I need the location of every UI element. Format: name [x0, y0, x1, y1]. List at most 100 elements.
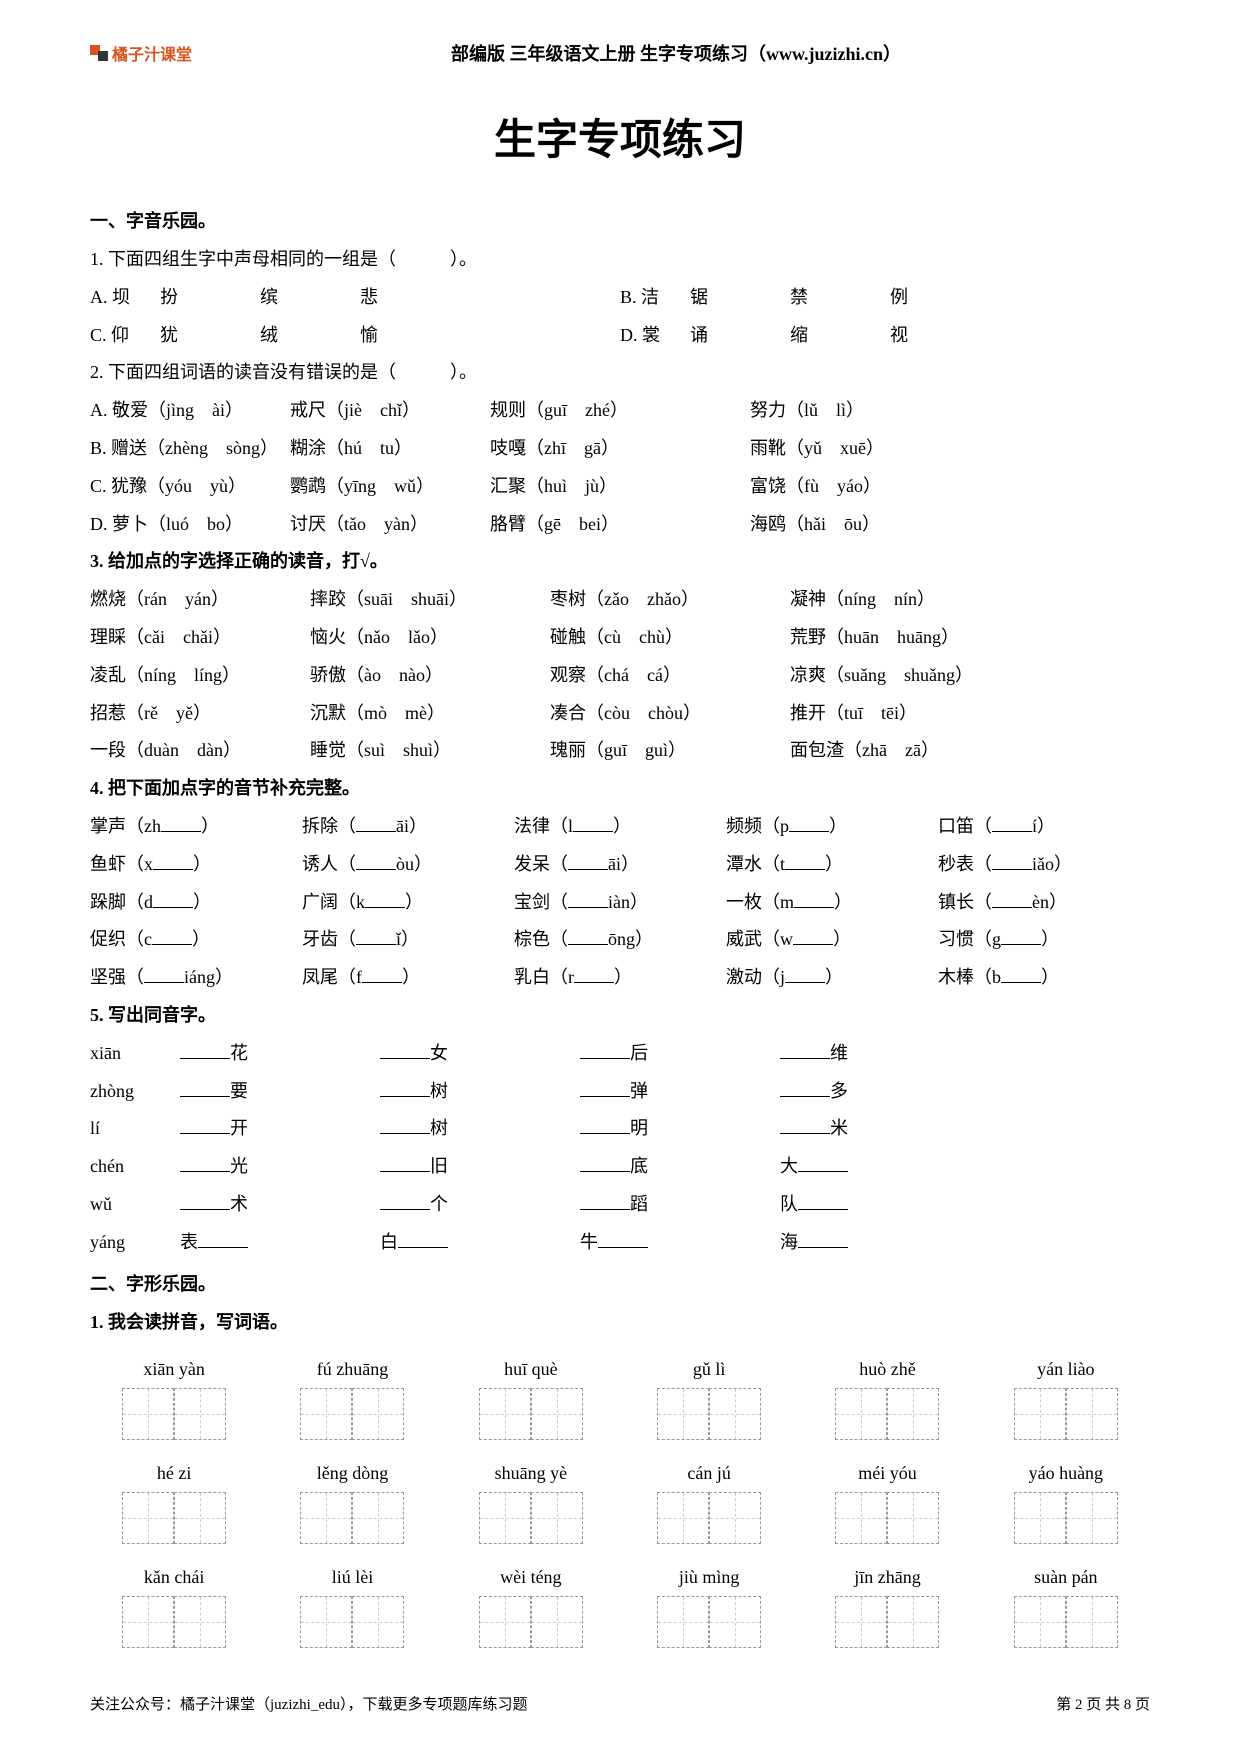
tianzi-boxes[interactable]	[479, 1596, 583, 1648]
tianzi-cell[interactable]	[1066, 1388, 1118, 1440]
q4-cell[interactable]: 一枚（m）	[726, 884, 938, 922]
q5-cell[interactable]: 米	[780, 1110, 980, 1148]
q5-cell[interactable]: 花	[180, 1035, 380, 1073]
fill-blank[interactable]	[780, 1116, 830, 1134]
fill-blank[interactable]	[153, 852, 193, 870]
q5-cell[interactable]: 要	[180, 1073, 380, 1111]
q5-cell[interactable]: 底	[580, 1148, 780, 1186]
q4-cell[interactable]: 广阔（k）	[302, 884, 514, 922]
tianzi-boxes[interactable]	[835, 1388, 939, 1440]
q5-cell[interactable]: 术	[180, 1186, 380, 1224]
fill-blank[interactable]	[574, 965, 614, 983]
tianzi-boxes[interactable]	[835, 1596, 939, 1648]
tianzi-cell[interactable]	[1066, 1596, 1118, 1648]
tianzi-cell[interactable]	[657, 1596, 709, 1648]
q4-cell[interactable]: 秒表（iǎo）	[938, 846, 1150, 884]
tianzi-cell[interactable]	[657, 1492, 709, 1544]
fill-blank[interactable]	[365, 890, 405, 908]
fill-blank[interactable]	[161, 814, 201, 832]
q4-cell[interactable]: 激动（j）	[726, 959, 938, 997]
tianzi-cell[interactable]	[887, 1596, 939, 1648]
q5-cell[interactable]: 维	[780, 1035, 980, 1073]
fill-blank[interactable]	[153, 890, 193, 908]
tianzi-cell[interactable]	[174, 1596, 226, 1648]
fill-blank[interactable]	[356, 814, 396, 832]
fill-blank[interactable]	[380, 1079, 430, 1097]
tianzi-cell[interactable]	[174, 1492, 226, 1544]
tianzi-cell[interactable]	[479, 1596, 531, 1648]
q5-cell[interactable]: 旧	[380, 1148, 580, 1186]
fill-blank[interactable]	[580, 1041, 630, 1059]
tianzi-cell[interactable]	[300, 1388, 352, 1440]
q4-cell[interactable]: 牙齿（ǐ）	[302, 921, 514, 959]
q5-cell[interactable]: 队	[780, 1186, 980, 1224]
tianzi-boxes[interactable]	[479, 1388, 583, 1440]
fill-blank[interactable]	[380, 1116, 430, 1134]
q4-cell[interactable]: 法律（l）	[514, 808, 726, 846]
tianzi-boxes[interactable]	[300, 1596, 404, 1648]
tianzi-boxes[interactable]	[1014, 1388, 1118, 1440]
q4-cell[interactable]: 口笛（í）	[938, 808, 1150, 846]
fill-blank[interactable]	[380, 1192, 430, 1210]
tianzi-cell[interactable]	[122, 1492, 174, 1544]
q5-cell[interactable]: 蹈	[580, 1186, 780, 1224]
fill-blank[interactable]	[580, 1079, 630, 1097]
fill-blank[interactable]	[152, 927, 192, 945]
tianzi-cell[interactable]	[1066, 1492, 1118, 1544]
fill-blank[interactable]	[180, 1041, 230, 1059]
fill-blank[interactable]	[362, 965, 402, 983]
tianzi-cell[interactable]	[300, 1596, 352, 1648]
fill-blank[interactable]	[180, 1079, 230, 1097]
fill-blank[interactable]	[785, 965, 825, 983]
fill-blank[interactable]	[598, 1230, 648, 1248]
tianzi-cell[interactable]	[352, 1492, 404, 1544]
tianzi-cell[interactable]	[709, 1596, 761, 1648]
tianzi-cell[interactable]	[1014, 1596, 1066, 1648]
q4-cell[interactable]: 鱼虾（x）	[90, 846, 302, 884]
fill-blank[interactable]	[144, 965, 184, 983]
q4-cell[interactable]: 拆除（āi）	[302, 808, 514, 846]
q5-cell[interactable]: 表	[180, 1224, 380, 1262]
fill-blank[interactable]	[580, 1192, 630, 1210]
fill-blank[interactable]	[798, 1192, 848, 1210]
q4-cell[interactable]: 跺脚（d）	[90, 884, 302, 922]
fill-blank[interactable]	[992, 852, 1032, 870]
q4-cell[interactable]: 潭水（t）	[726, 846, 938, 884]
tianzi-boxes[interactable]	[1014, 1596, 1118, 1648]
tianzi-boxes[interactable]	[479, 1492, 583, 1544]
q5-cell[interactable]: 树	[380, 1110, 580, 1148]
q5-cell[interactable]: 大	[780, 1148, 980, 1186]
q4-cell[interactable]: 威武（w）	[726, 921, 938, 959]
tianzi-cell[interactable]	[1014, 1388, 1066, 1440]
fill-blank[interactable]	[180, 1116, 230, 1134]
tianzi-cell[interactable]	[479, 1388, 531, 1440]
fill-blank[interactable]	[794, 890, 834, 908]
tianzi-cell[interactable]	[709, 1492, 761, 1544]
fill-blank[interactable]	[180, 1154, 230, 1172]
tianzi-cell[interactable]	[835, 1388, 887, 1440]
q5-cell[interactable]: 白	[380, 1224, 580, 1262]
fill-blank[interactable]	[1001, 927, 1041, 945]
tianzi-cell[interactable]	[531, 1388, 583, 1440]
tianzi-cell[interactable]	[835, 1492, 887, 1544]
q4-cell[interactable]: 木棒（b）	[938, 959, 1150, 997]
q4-cell[interactable]: 乳白（r）	[514, 959, 726, 997]
tianzi-cell[interactable]	[887, 1492, 939, 1544]
fill-blank[interactable]	[356, 852, 396, 870]
tianzi-cell[interactable]	[887, 1388, 939, 1440]
tianzi-cell[interactable]	[657, 1388, 709, 1440]
fill-blank[interactable]	[1001, 965, 1041, 983]
q4-cell[interactable]: 凤尾（f）	[302, 959, 514, 997]
fill-blank[interactable]	[992, 814, 1032, 832]
fill-blank[interactable]	[785, 852, 825, 870]
q5-cell[interactable]: 光	[180, 1148, 380, 1186]
tianzi-cell[interactable]	[531, 1596, 583, 1648]
q4-cell[interactable]: 宝剑（iàn）	[514, 884, 726, 922]
fill-blank[interactable]	[356, 927, 396, 945]
q5-cell[interactable]: 树	[380, 1073, 580, 1111]
q4-cell[interactable]: 发呆（āi）	[514, 846, 726, 884]
fill-blank[interactable]	[580, 1154, 630, 1172]
fill-blank[interactable]	[198, 1230, 248, 1248]
tianzi-cell[interactable]	[352, 1388, 404, 1440]
fill-blank[interactable]	[380, 1154, 430, 1172]
